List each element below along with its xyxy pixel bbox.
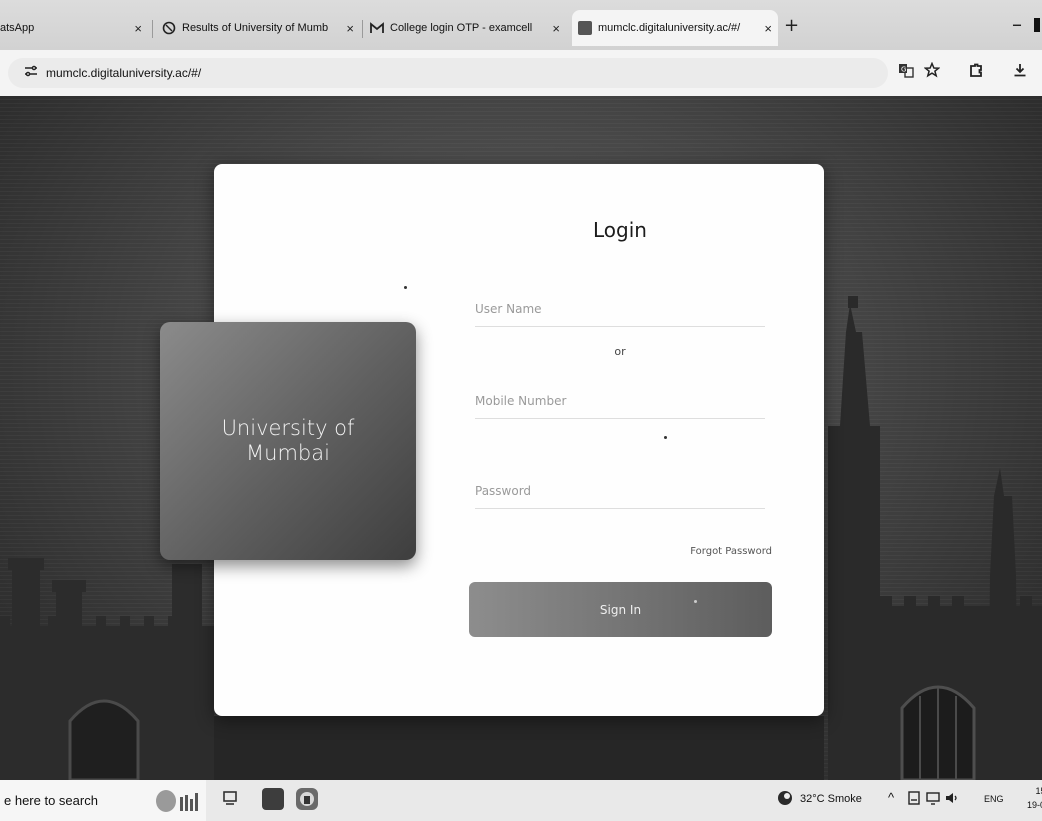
site-favicon-icon	[578, 21, 592, 35]
password-input[interactable]	[475, 474, 765, 509]
volume-icon[interactable]	[944, 791, 960, 808]
tab-title: Results of University of Mumb	[182, 22, 329, 34]
tab-title: mumclc.digitaluniversity.ac/#/	[598, 22, 741, 34]
stray-dot	[404, 286, 407, 289]
extensions-icon[interactable]	[968, 62, 984, 82]
or-separator: or	[614, 345, 626, 358]
file-explorer-icon[interactable]	[262, 788, 284, 810]
sign-in-button[interactable]: Sign In	[469, 582, 772, 637]
mobile-number-input[interactable]	[475, 384, 765, 419]
network-icon[interactable]	[926, 791, 940, 808]
minimize-button[interactable]: –	[1012, 12, 1022, 36]
tab-close-icon[interactable]: ×	[346, 21, 354, 36]
tab-title: College login OTP - examcell	[390, 22, 533, 34]
search-highlight-icon	[156, 790, 198, 812]
university-brand-panel: University of Mumbai	[160, 322, 416, 560]
bookmark-star-icon[interactable]	[923, 61, 941, 82]
task-view-icon[interactable]	[222, 790, 238, 810]
university-name-line1: University of	[221, 416, 355, 440]
browser-toolbar: mumclc.digitaluniversity.ac/#/	[0, 50, 1042, 96]
tab-results-university[interactable]: Results of University of Mumb ×	[162, 10, 360, 46]
window-control-edge[interactable]	[1034, 18, 1040, 32]
login-title: Login	[593, 218, 647, 242]
globe-icon	[162, 21, 176, 35]
translate-icon[interactable]: G	[898, 62, 914, 82]
tab-close-icon[interactable]: ×	[134, 21, 142, 36]
username-input[interactable]	[475, 292, 765, 327]
svg-text:G: G	[901, 66, 906, 74]
stray-dot	[694, 600, 697, 603]
address-bar[interactable]: mumclc.digitaluniversity.ac/#/	[8, 58, 888, 88]
new-tab-button[interactable]: +	[784, 15, 799, 36]
forgot-password-link[interactable]: Forgot Password	[640, 546, 772, 557]
gmail-icon	[370, 21, 384, 35]
university-name: University of Mumbai	[188, 416, 388, 466]
tab-digitaluniversity[interactable]: mumclc.digitaluniversity.ac/#/ ×	[572, 10, 778, 46]
system-clock[interactable]: 15:56 19-04-2	[1018, 784, 1042, 812]
url-text[interactable]: mumclc.digitaluniversity.ac/#/	[46, 66, 201, 80]
university-name-line2: Mumbai	[246, 441, 330, 465]
site-settings-icon[interactable]	[24, 65, 38, 81]
onedrive-icon[interactable]	[908, 791, 920, 808]
tab-separator	[362, 20, 363, 38]
tab-title: atsApp	[0, 22, 35, 34]
tab-close-icon[interactable]: ×	[552, 21, 560, 36]
tab-whatsapp[interactable]: atsApp ×	[0, 10, 150, 46]
clock-time: 15:56	[1035, 786, 1042, 796]
language-indicator[interactable]: ENG	[984, 794, 1004, 804]
tab-gmail-otp[interactable]: College login OTP - examcell ×	[370, 10, 566, 46]
windows-taskbar: e here to search 32°C Smoke ^ ENG 15:56 …	[0, 780, 1042, 821]
clock-date: 19-04-2	[1026, 800, 1042, 810]
download-icon[interactable]	[1012, 62, 1028, 82]
browser-tab-strip: atsApp × Results of University of Mumb ×…	[0, 0, 1042, 50]
chevron-up-icon[interactable]: ^	[888, 790, 894, 805]
taskbar-search-box[interactable]: e here to search	[0, 780, 206, 821]
tab-separator	[152, 20, 153, 38]
tab-close-icon[interactable]: ×	[764, 21, 772, 36]
weather-text[interactable]: 32°C Smoke	[800, 793, 862, 805]
browser-app-icon[interactable]	[296, 788, 318, 810]
stray-dot	[664, 436, 667, 439]
weather-icon[interactable]	[776, 789, 794, 810]
search-placeholder: e here to search	[4, 793, 98, 808]
